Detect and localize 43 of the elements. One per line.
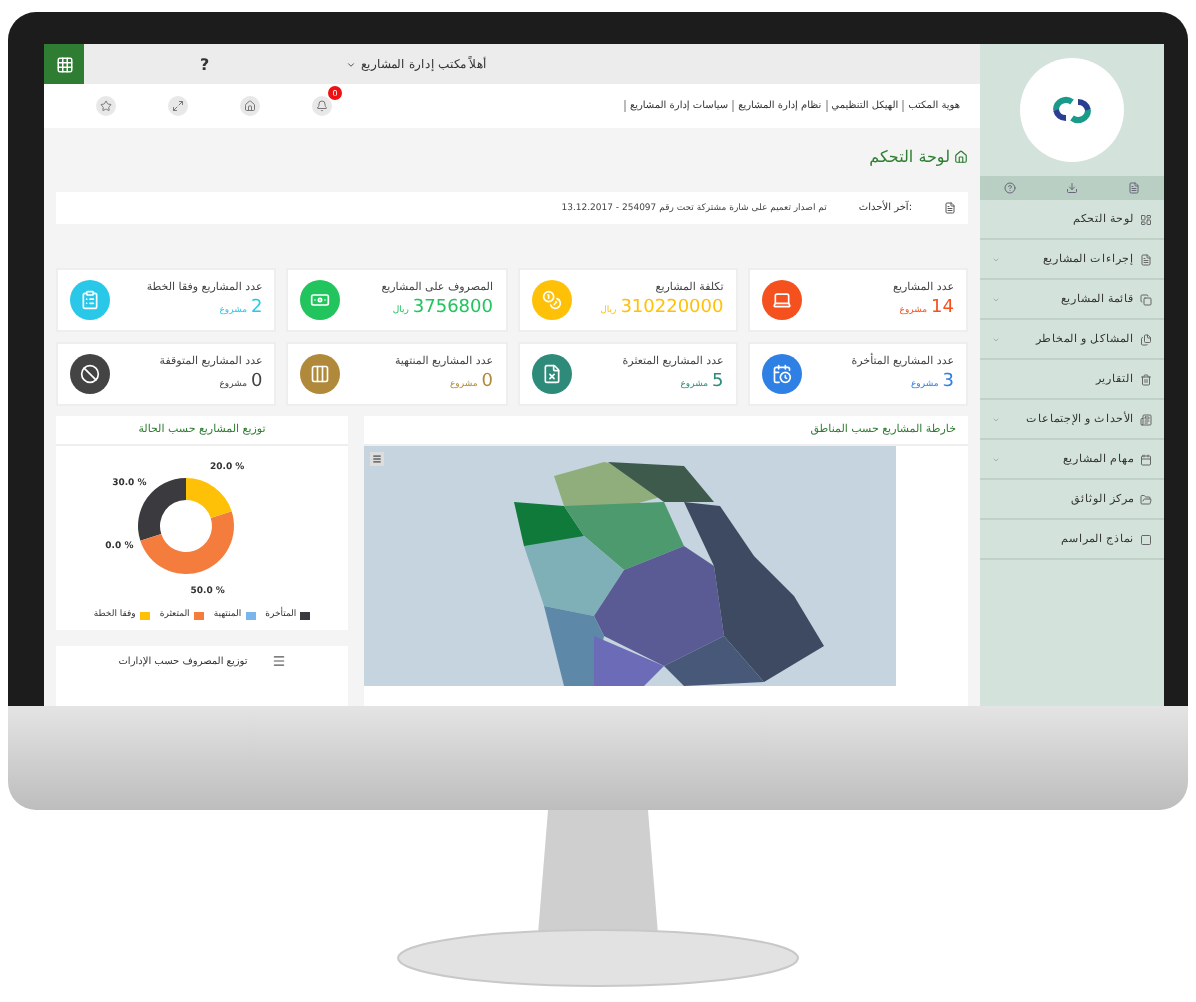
- expand-icon[interactable]: [168, 96, 188, 116]
- newspaper-icon: [1140, 413, 1152, 425]
- document-icon[interactable]: [1127, 182, 1140, 194]
- coins-icon: [541, 290, 561, 310]
- document-icon: [1140, 253, 1152, 265]
- file-x-icon: [541, 364, 561, 384]
- grid-icon: [55, 55, 73, 73]
- home-icon: [954, 149, 968, 163]
- calendar-clock-icon: [771, 364, 792, 384]
- columns-icon: [310, 364, 331, 384]
- stat-value: 0: [251, 372, 263, 392]
- stat-value: 0: [481, 372, 493, 392]
- star-icon[interactable]: [96, 96, 116, 116]
- folder-icon: [1140, 493, 1152, 505]
- clipboard-icon: [80, 290, 100, 310]
- stat-value: 3: [942, 372, 954, 392]
- stat-value: 3756800: [412, 298, 493, 318]
- bell-icon[interactable]: [312, 96, 332, 116]
- dashboard-icon: [1140, 213, 1152, 225]
- copy-icon: [1140, 293, 1152, 305]
- map-menu-button[interactable]: [370, 452, 384, 466]
- document-icon: [944, 202, 956, 214]
- help-mark[interactable]: ?: [200, 55, 210, 73]
- home-icon[interactable]: [240, 96, 260, 116]
- download-icon[interactable]: [1065, 182, 1078, 194]
- stat-value: 2: [251, 298, 263, 318]
- ban-icon: [80, 364, 100, 384]
- stat-value: 5: [712, 372, 724, 392]
- logo-mark-icon: [1050, 94, 1094, 126]
- banknote-icon: [310, 290, 331, 310]
- files-icon: [1140, 333, 1152, 345]
- laptop-icon: [771, 290, 792, 310]
- help-icon[interactable]: [1004, 182, 1017, 194]
- stat-value: 310220000: [620, 298, 724, 318]
- square-icon: [1140, 533, 1152, 545]
- page-title: لوحة التحكم: [869, 147, 950, 165]
- trash-icon: [1140, 373, 1152, 385]
- grid-menu-button[interactable]: [44, 44, 84, 84]
- calendar-icon: [1140, 453, 1152, 465]
- caret-icon: [345, 59, 356, 69]
- menu-icon[interactable]: [271, 654, 286, 668]
- menu-icon: [372, 454, 382, 464]
- stat-value: 14: [931, 298, 954, 318]
